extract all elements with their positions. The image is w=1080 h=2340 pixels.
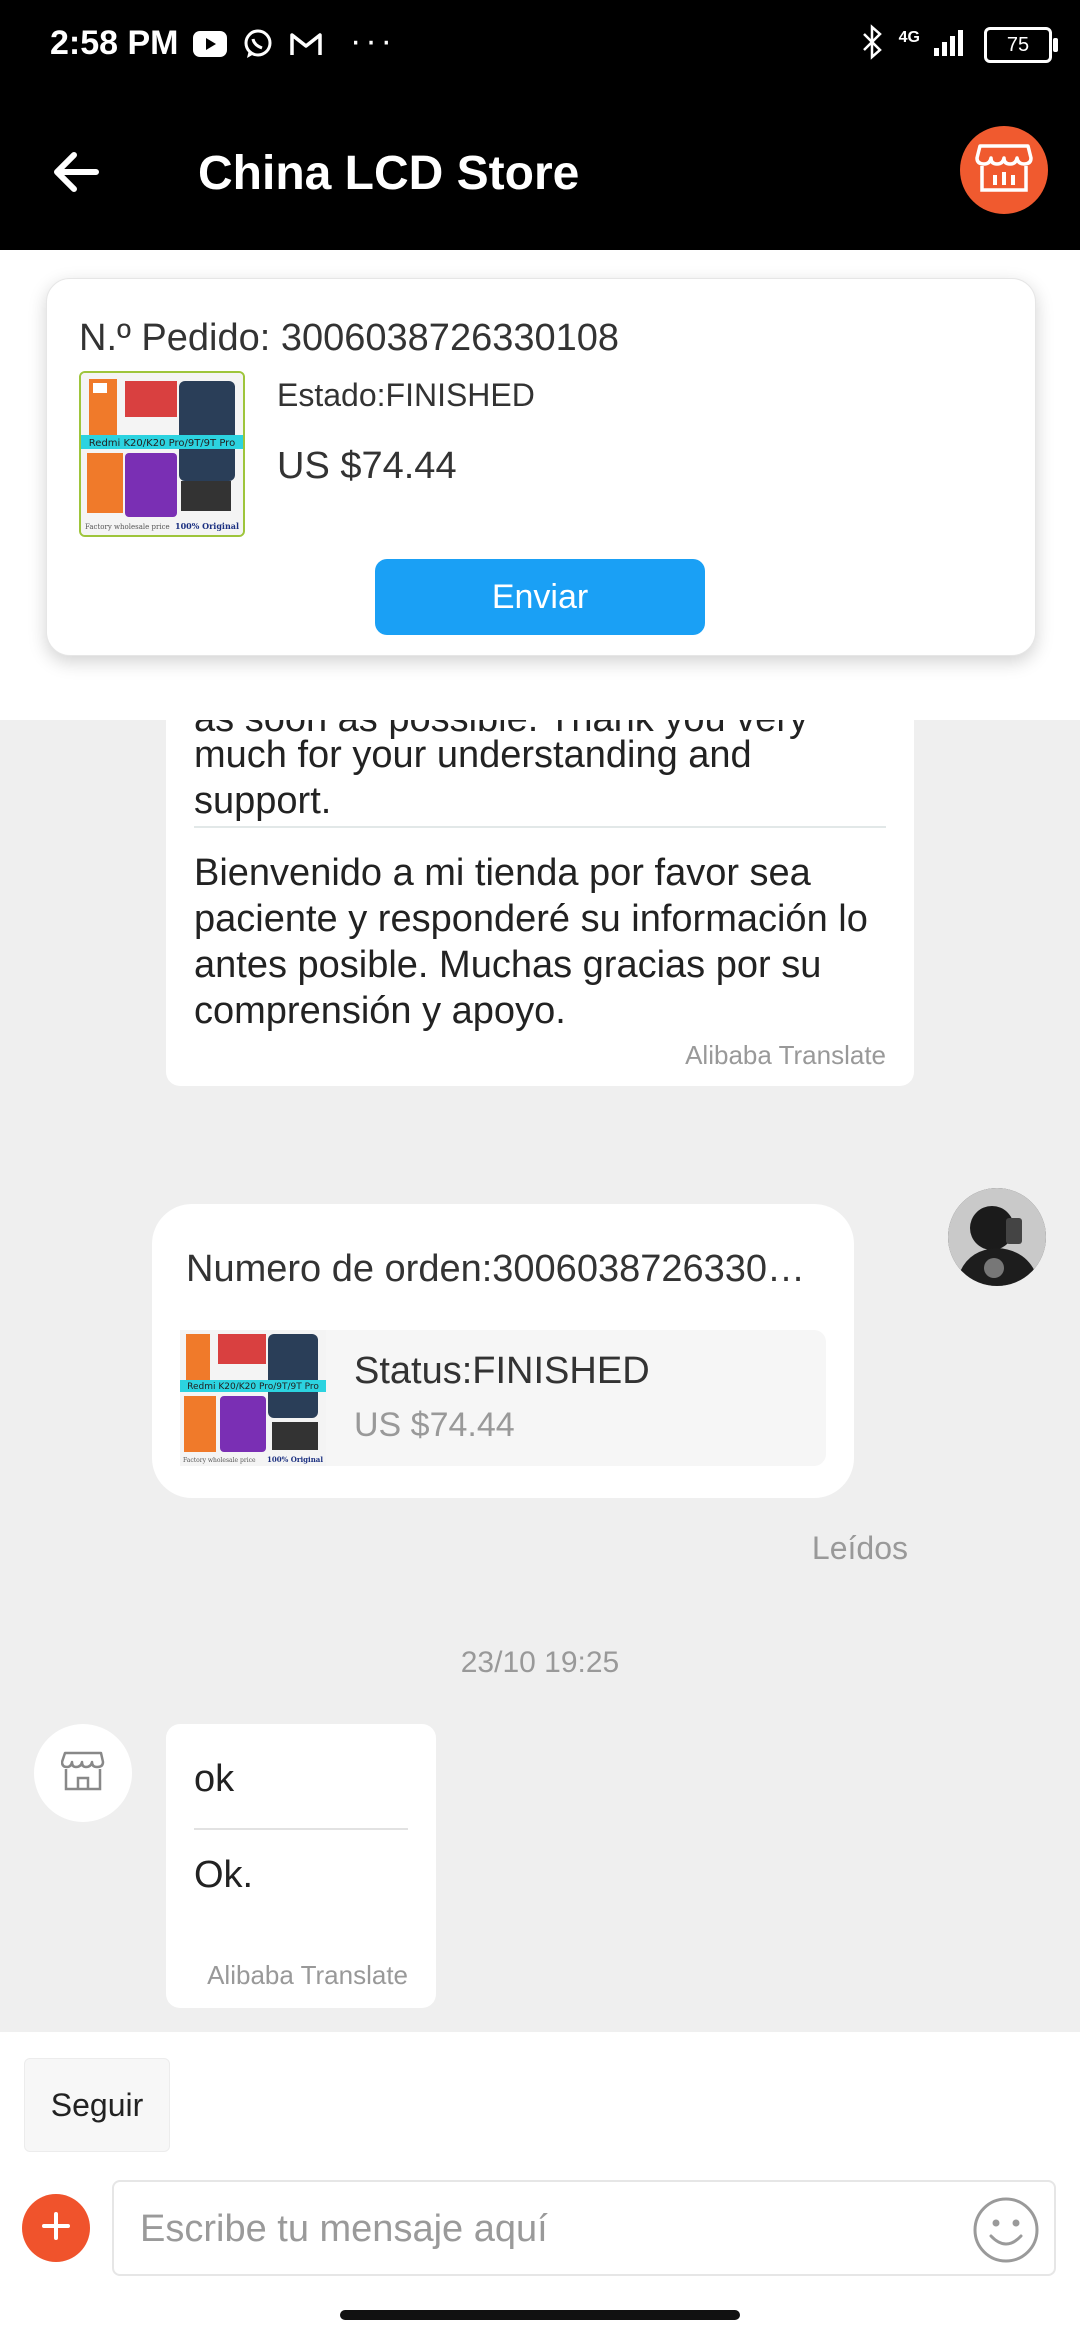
message-text-translated: Ok. xyxy=(194,1854,254,1896)
translation-label: Alibaba Translate xyxy=(685,1040,886,1070)
message-text-translated: Bienvenido a mi tienda por favor sea pac… xyxy=(194,852,868,1032)
order-thumb-footer-right: 100% Original xyxy=(267,1455,323,1464)
store-title: China LCD Store xyxy=(198,147,580,200)
network-type: 4G xyxy=(898,28,920,46)
notification-icons: ··· xyxy=(192,22,396,62)
signal-icon xyxy=(924,26,970,63)
message-input[interactable] xyxy=(138,2200,962,2258)
store-icon xyxy=(975,142,1033,199)
system-icons: 4G 75 xyxy=(861,24,1058,65)
product-footer-left: Factory wholesale price xyxy=(85,523,170,531)
message-text-original: much for your understanding and support. xyxy=(194,734,752,822)
plus-icon xyxy=(38,2208,74,2249)
emoji-icon[interactable] xyxy=(972,2196,1040,2264)
store-shortcut-button[interactable] xyxy=(960,126,1048,214)
gmail-icon xyxy=(288,26,324,62)
message-text-original: ok xyxy=(194,1758,235,1800)
message-timestamp: 23/10 19:25 xyxy=(460,1646,620,1679)
follow-button[interactable]: Seguir xyxy=(24,2058,170,2152)
whatsapp-icon xyxy=(240,26,276,62)
message-input-box[interactable] xyxy=(112,2180,1056,2276)
chat-messages[interactable]: as soon as possible. Thank you very much… xyxy=(0,720,1080,2032)
translation-divider xyxy=(194,826,886,828)
translation-divider xyxy=(194,1828,408,1830)
product-band-text: Redmi K20/K20 Pro/9T/9T Pro xyxy=(89,438,235,449)
user-avatar[interactable] xyxy=(948,1188,1046,1286)
order-thumb-footer-left: Factory wholesale price xyxy=(183,1457,256,1464)
order-message-bubble[interactable]: Numero de orden:3006038726330108 Redmi K… xyxy=(152,1204,854,1498)
chat-header: China LCD Store xyxy=(0,96,1080,250)
more-notifications-icon: ··· xyxy=(350,21,396,60)
order-message-status: Status:FINISHED xyxy=(354,1350,650,1392)
send-order-button[interactable]: Enviar xyxy=(375,559,705,635)
order-price: US $74.44 xyxy=(277,445,457,487)
order-message-price: US $74.44 xyxy=(354,1406,515,1444)
order-status: Estado:FINISHED xyxy=(277,377,535,413)
order-thumb-band-text: Redmi K20/K20 Pro/9T/9T Pro xyxy=(187,1382,319,1392)
order-message-title: Numero de orden:3006038726330108 xyxy=(186,1248,822,1290)
store-icon xyxy=(60,1750,105,1797)
translation-label: Alibaba Translate xyxy=(207,1960,408,1990)
read-receipt: Leídos xyxy=(811,1530,908,1566)
status-time: 2:58 PM xyxy=(50,24,179,62)
product-thumbnail[interactable]: Redmi K20/K20 Pro/9T/9T Pro Factory whol… xyxy=(79,371,245,537)
status-bar: 2:58 PM ··· 4G 75 xyxy=(0,0,1080,96)
store-avatar[interactable] xyxy=(34,1724,132,1822)
message-bubble-welcome: as soon as possible. Thank you very much… xyxy=(166,720,914,1086)
order-message-thumbnail: Redmi K20/K20 Pro/9T/9T Pro Factory whol… xyxy=(180,1330,326,1466)
product-footer-right: 100% Original xyxy=(175,521,239,531)
youtube-icon xyxy=(192,26,228,62)
bottom-bar: Seguir xyxy=(0,2032,1080,2340)
battery-indicator: 75 xyxy=(984,26,1058,63)
add-attachment-button[interactable] xyxy=(22,2194,90,2262)
home-indicator[interactable] xyxy=(340,2310,740,2320)
order-card: N.º Pedido: 3006038726330108 Redmi K20/K… xyxy=(46,278,1036,656)
order-number: N.º Pedido: 3006038726330108 xyxy=(79,317,620,359)
bluetooth-icon xyxy=(861,24,885,65)
back-arrow-icon[interactable] xyxy=(48,142,108,202)
order-message-item[interactable]: Redmi K20/K20 Pro/9T/9T Pro Factory whol… xyxy=(180,1330,826,1466)
message-bubble-ok: ok Ok. Alibaba Translate xyxy=(166,1724,436,2008)
